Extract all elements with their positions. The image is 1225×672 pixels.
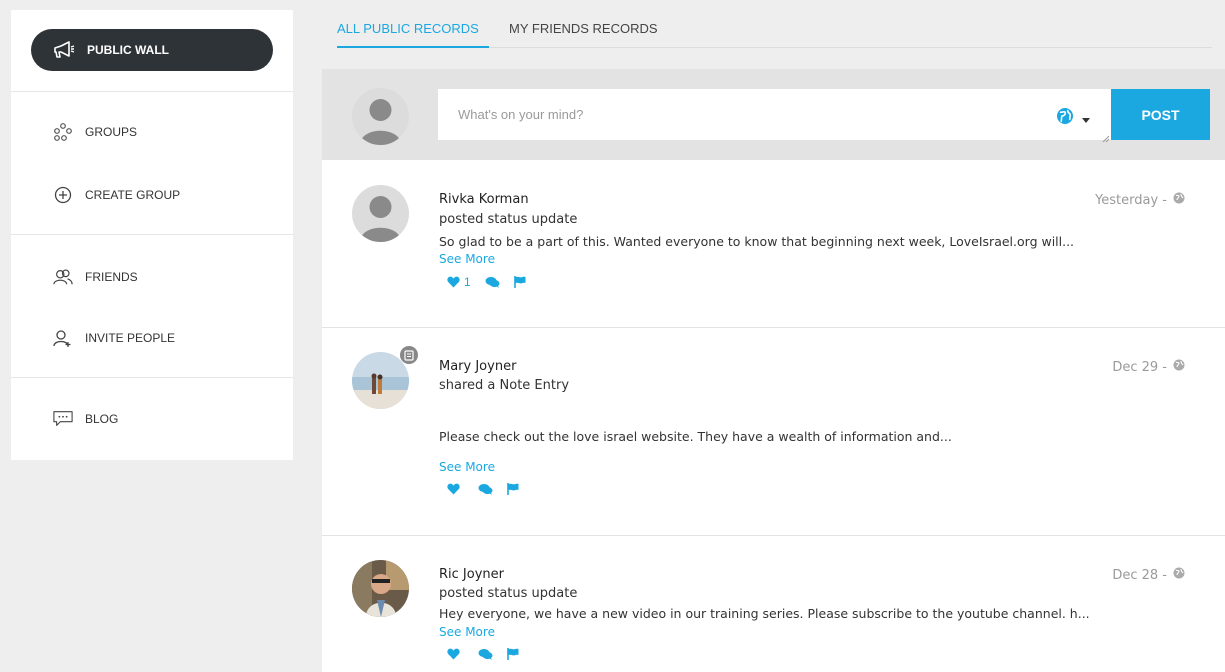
- comment-button[interactable]: [485, 276, 500, 288]
- sidebar-item-label: GROUPS: [85, 125, 138, 139]
- post-divider: [322, 327, 1225, 328]
- sidebar-item-friends[interactable]: FRIENDS: [53, 267, 138, 287]
- post-date-text: Yesterday -: [1095, 192, 1167, 208]
- post-actions: [447, 483, 519, 495]
- status-composer: POST: [322, 69, 1225, 160]
- sidebar-item-invite-people[interactable]: INVITE PEOPLE: [53, 328, 175, 348]
- heart-icon: [447, 648, 460, 660]
- comment-button[interactable]: [478, 648, 493, 660]
- sidebar-item-create-group[interactable]: CREATE GROUP: [53, 185, 180, 205]
- megaphone-icon: [53, 41, 75, 59]
- divider: [11, 377, 293, 378]
- chat-bubble-icon: [53, 409, 73, 429]
- avatar[interactable]: [352, 560, 409, 617]
- see-more-link[interactable]: See More: [439, 625, 495, 639]
- active-tab-indicator: [337, 46, 489, 48]
- like-button[interactable]: [447, 483, 464, 495]
- globe-icon: [1056, 107, 1074, 130]
- post-button[interactable]: POST: [1111, 89, 1210, 140]
- post-date: Yesterday -: [1095, 192, 1185, 208]
- post-actions: 1: [447, 275, 526, 289]
- divider: [11, 234, 293, 235]
- like-button[interactable]: [447, 648, 464, 660]
- sidebar: PUBLIC WALL GROUPS CREATE GROUP FRIENDS …: [11, 10, 293, 460]
- sidebar-item-groups[interactable]: GROUPS: [53, 122, 137, 142]
- caret-down-icon: [1082, 110, 1090, 128]
- post-author[interactable]: Ric Joyner: [439, 567, 504, 582]
- comment-icon: [485, 277, 500, 288]
- invite-person-icon: [53, 328, 73, 348]
- post-action: posted status update: [439, 212, 578, 227]
- sidebar-item-label: INVITE PEOPLE: [85, 331, 176, 345]
- heart-icon: [447, 483, 460, 495]
- status-input[interactable]: [438, 89, 1111, 140]
- groups-icon: [53, 122, 73, 142]
- feed: Rivka Korman posted status update So gla…: [322, 160, 1225, 672]
- avatar: [352, 88, 409, 145]
- post-author[interactable]: Rivka Korman: [439, 192, 529, 207]
- report-button[interactable]: [513, 276, 526, 288]
- post-date-text: Dec 29 -: [1112, 359, 1167, 375]
- avatar[interactable]: [352, 352, 409, 409]
- globe-icon: [1173, 567, 1185, 583]
- post-date-text: Dec 28 -: [1112, 567, 1167, 583]
- post-action: shared a Note Entry: [439, 378, 570, 393]
- tab-my-friends-records[interactable]: MY FRIENDS RECORDS: [509, 21, 658, 36]
- public-wall-button[interactable]: PUBLIC WALL: [31, 29, 273, 71]
- post-divider: [322, 535, 1225, 536]
- plus-circle-icon: [53, 185, 73, 205]
- post-action: posted status update: [439, 586, 578, 601]
- like-button[interactable]: 1: [447, 275, 471, 289]
- globe-icon: [1173, 359, 1185, 375]
- post-body: Please check out the love israel website…: [439, 429, 952, 444]
- post-body: So glad to be a part of this. Wanted eve…: [439, 234, 1075, 249]
- avatar[interactable]: [352, 185, 409, 242]
- privacy-dropdown[interactable]: [1056, 107, 1090, 130]
- post-author[interactable]: Mary Joyner: [439, 359, 516, 374]
- post-date: Dec 29 -: [1112, 359, 1185, 375]
- see-more-link[interactable]: See More: [439, 252, 495, 266]
- post-date: Dec 28 -: [1112, 567, 1185, 583]
- comment-icon: [478, 484, 493, 495]
- note-icon: [404, 349, 414, 361]
- comment-icon: [478, 649, 493, 660]
- heart-icon: [447, 276, 460, 288]
- sidebar-item-label: FRIENDS: [85, 270, 138, 284]
- report-button[interactable]: [507, 483, 519, 495]
- post-body: Hey everyone, we have a new video in our…: [439, 606, 1090, 621]
- sidebar-item-label: CREATE GROUP: [85, 188, 181, 202]
- record-tabs: ALL PUBLIC RECORDS MY FRIENDS RECORDS: [337, 0, 1212, 48]
- sidebar-item-blog[interactable]: BLOG: [53, 409, 118, 429]
- report-button[interactable]: [507, 648, 519, 660]
- public-wall-label: PUBLIC WALL: [87, 43, 169, 57]
- globe-icon: [1173, 192, 1185, 208]
- note-badge: [400, 346, 418, 364]
- like-count: 1: [464, 275, 471, 289]
- see-more-link[interactable]: See More: [439, 460, 495, 474]
- friends-icon: [53, 267, 73, 287]
- flag-icon: [513, 276, 526, 288]
- resize-handle[interactable]: [1101, 130, 1110, 143]
- flag-icon: [507, 648, 519, 660]
- comment-button[interactable]: [478, 483, 493, 495]
- flag-icon: [507, 483, 519, 495]
- divider: [11, 91, 293, 92]
- post-actions: [447, 648, 519, 660]
- tab-all-public-records[interactable]: ALL PUBLIC RECORDS: [337, 21, 479, 36]
- sidebar-item-label: BLOG: [85, 412, 119, 426]
